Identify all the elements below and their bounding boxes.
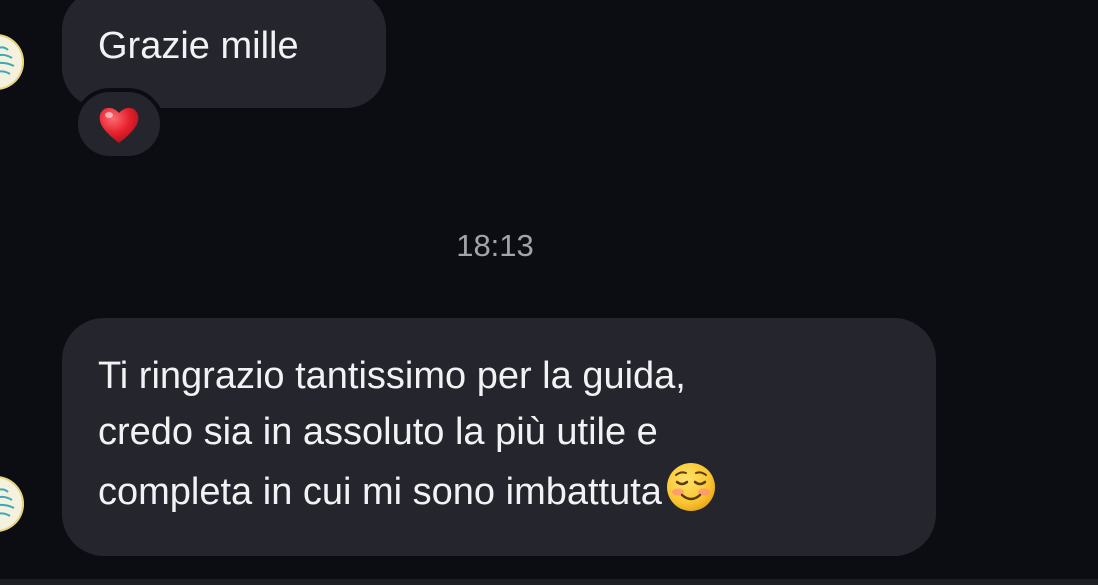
message-text-line: credo sia in assoluto la più utile e [98,411,658,453]
message-text-fragment: completa in cui mi sono imbattuta [98,471,662,513]
composer-edge [0,579,1098,585]
message-text-line: completa in cui mi sono imbattuta [98,460,900,520]
smiling-face-emoji-icon [666,463,715,511]
contact-avatar[interactable] [0,476,24,532]
message-text-line: Ti ringrazio tantissimo per la guida, [98,355,686,397]
message-bubble[interactable]: Ti ringrazio tantissimo per la guida, cr… [62,318,936,556]
reaction-badge[interactable] [74,88,164,160]
message-text: Grazie mille [98,25,299,67]
contact-avatar[interactable] [0,34,24,90]
message-timestamp: 18:13 [456,228,534,263]
chat-thread: Grazie mille 18:13 Ti ringrazio tantissi… [0,0,1098,585]
red-heart-icon [99,107,139,143]
